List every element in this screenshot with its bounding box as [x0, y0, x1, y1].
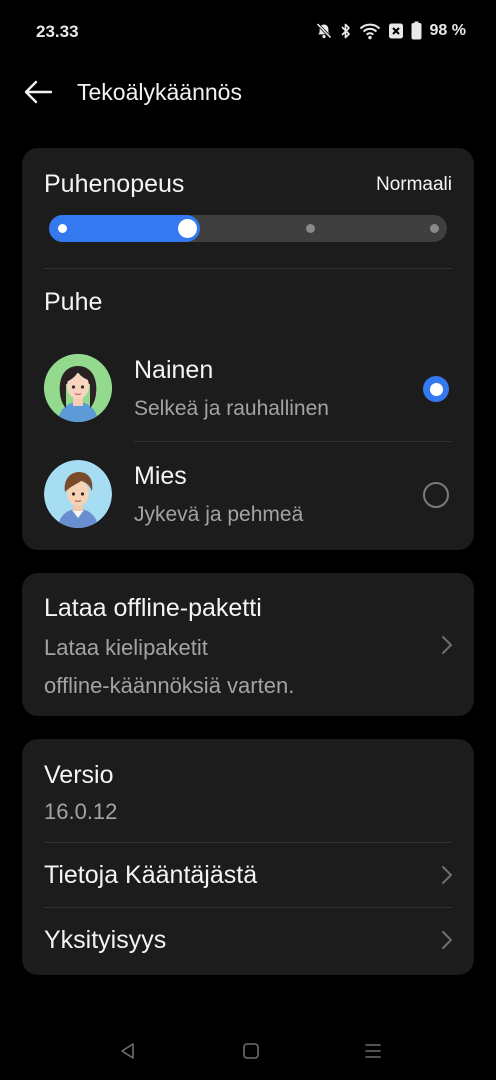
nav-back-button[interactable]	[116, 1040, 140, 1062]
chevron-right-icon	[442, 866, 452, 884]
voice-option-female[interactable]: Nainen Selkeä ja rauhallinen	[22, 336, 474, 442]
offline-package-title: Lataa offline-paketti	[44, 594, 262, 622]
chevron-right-icon	[442, 636, 452, 654]
wifi-icon	[359, 22, 381, 40]
nav-home-button[interactable]	[239, 1040, 263, 1062]
privacy-label: Yksityisyys	[44, 926, 167, 954]
version-value: 16.0.12	[44, 799, 118, 824]
female-avatar	[44, 354, 112, 422]
nav-recents-button[interactable]	[361, 1040, 385, 1062]
about-card: Versio 16.0.12 Tietoja Kääntäjästä Yksit…	[22, 739, 474, 975]
radio-unselected[interactable]	[423, 482, 449, 508]
arrow-left-icon	[24, 80, 53, 104]
slider-step-dot	[305, 224, 315, 233]
about-translator-row[interactable]: Tietoja Kääntäjästä	[22, 843, 474, 907]
voice-name: Nainen	[134, 356, 214, 384]
mute-bell-icon	[315, 22, 333, 40]
voice-description: Jykevä ja pehmeä	[134, 503, 304, 526]
voice-heading: Puhe	[44, 288, 103, 316]
privacy-row[interactable]: Yksityisyys	[22, 908, 474, 972]
slider-step-dot	[429, 224, 439, 233]
offline-package-subtitle-line1: Lataa kielipaketit	[44, 635, 208, 660]
about-translator-label: Tietoja Kääntäjästä	[44, 861, 258, 889]
offline-package-subtitle-line2: offline-käännöksiä varten.	[44, 673, 295, 698]
radio-selected[interactable]	[423, 376, 449, 402]
square-home-icon	[243, 1043, 259, 1059]
speech-speed-label: Puhenopeus	[44, 170, 185, 198]
bluetooth-icon	[340, 22, 352, 40]
menu-lines-icon	[365, 1044, 381, 1058]
battery-percentage: 98 %	[429, 21, 466, 39]
triangle-back-icon	[121, 1043, 134, 1059]
battery-icon	[411, 21, 422, 40]
slider-step-dot	[57, 224, 67, 233]
page-title: Tekoälykäännös	[77, 79, 242, 105]
speech-speed-value: Normaali	[375, 174, 452, 195]
data-saver-icon	[388, 22, 404, 40]
speech-speed-slider[interactable]	[49, 215, 447, 242]
chevron-right-icon	[442, 931, 452, 949]
speech-settings-card: Puhenopeus Normaali Puhe Nainen Selkeä j…	[22, 148, 474, 550]
offline-package-card[interactable]: Lataa offline-paketti Lataa kielipaketit…	[22, 573, 474, 716]
voice-name: Mies	[134, 462, 187, 490]
status-time: 23.33	[36, 22, 79, 41]
system-navigation-bar	[0, 1024, 496, 1080]
male-avatar	[44, 460, 112, 528]
voice-option-male[interactable]: Mies Jykevä ja pehmeä	[22, 442, 474, 548]
back-button[interactable]	[20, 76, 56, 108]
divider	[44, 268, 452, 269]
status-bar: 23.33 98 %	[0, 0, 496, 64]
app-header: Tekoälykäännös	[0, 70, 496, 116]
version-label: Versio	[44, 761, 114, 789]
slider-thumb[interactable]	[177, 219, 197, 238]
voice-description: Selkeä ja rauhallinen	[134, 397, 329, 420]
status-icons: 98 %	[315, 21, 466, 40]
